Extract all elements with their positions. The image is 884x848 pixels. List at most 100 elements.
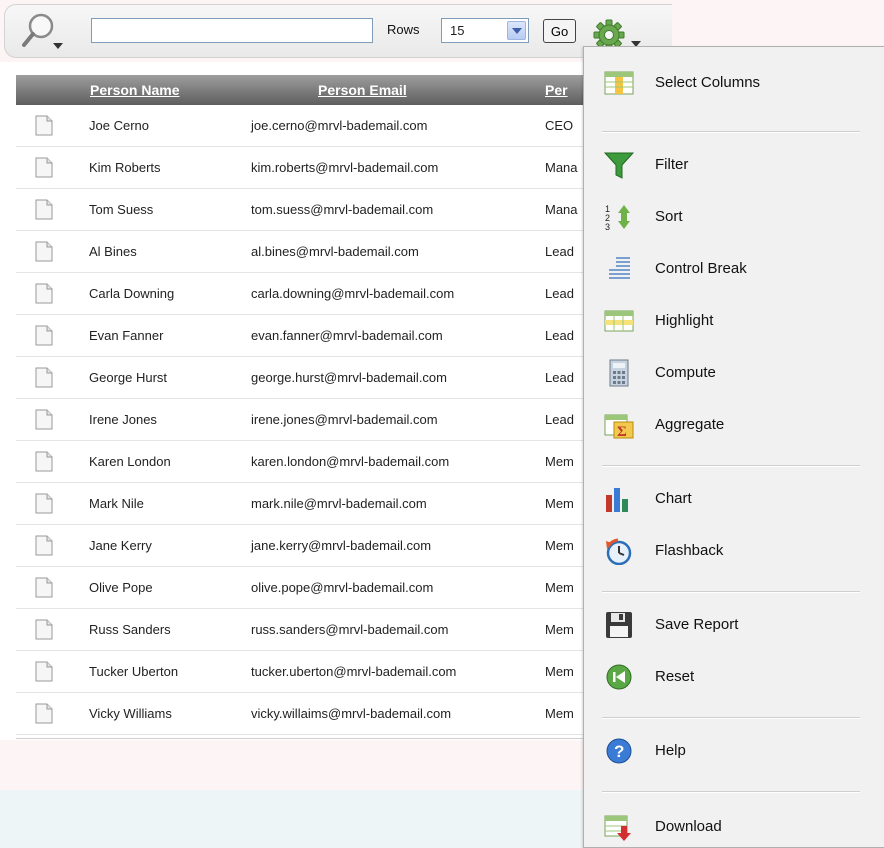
menu-item-label: Help (655, 742, 686, 759)
table-row: Jane Kerry jane.kerry@mrvl-bademail.com Me… (16, 525, 584, 567)
menu-item-flashback[interactable]: Flashback (584, 533, 884, 569)
person-name-cell: Olive Pope (89, 580, 153, 595)
highlight-icon (604, 310, 634, 332)
table-row: Joe Cerno joe.cerno@mrvl-bademail.com CEO (16, 105, 584, 147)
person-email-cell: vicky.willaims@mrvl-bademail.com (251, 706, 452, 721)
menu-item-label: Filter (655, 156, 689, 173)
menu-item-help[interactable]: ? Help (584, 733, 884, 769)
menu-item-label: Sort (655, 208, 683, 225)
person-role-cell: Mem (545, 538, 574, 553)
document-icon[interactable] (35, 451, 53, 472)
table-row: Evan Fanner evan.fanner@mrvl-bademail.com… (16, 315, 584, 357)
person-email-cell: al.bines@mrvl-bademail.com (251, 244, 419, 259)
menu-item-label: Compute (655, 364, 716, 381)
reset-icon (606, 664, 632, 690)
document-icon[interactable] (35, 199, 53, 220)
document-icon[interactable] (35, 493, 53, 514)
menu-item-select-columns[interactable]: Select Columns (584, 65, 884, 101)
person-name-cell: Mark Nile (89, 496, 144, 511)
column-header-person-name[interactable]: Person Name (90, 82, 179, 98)
search-icon[interactable] (19, 11, 63, 55)
person-role-cell: Lead (545, 244, 574, 259)
document-icon[interactable] (35, 157, 53, 178)
menu-item-label: Highlight (655, 312, 714, 329)
person-role-cell: Mem (545, 706, 574, 721)
menu-item-compute[interactable]: Compute (584, 355, 884, 391)
download-icon (604, 815, 631, 841)
rows-select-value: 15 (450, 23, 465, 38)
person-email-cell: evan.fanner@mrvl-bademail.com (251, 328, 443, 343)
person-name-cell: George Hurst (89, 370, 168, 385)
column-header-person-role[interactable]: Per (545, 82, 568, 98)
menu-item-control-break[interactable]: Control Break (584, 251, 884, 287)
menu-item-save-report[interactable]: Save Report (584, 607, 884, 643)
menu-item-label: Reset (655, 668, 695, 685)
menu-item-label: Select Columns (655, 74, 761, 91)
table-row: Tucker Uberton tucker.uberton@mrvl-badema… (16, 651, 584, 693)
select-columns-icon (604, 71, 634, 95)
person-email-cell: carla.downing@mrvl-bademail.com (251, 286, 455, 301)
document-icon[interactable] (35, 577, 53, 598)
rows-select[interactable]: 15 (441, 18, 529, 43)
person-role-cell: Mana (545, 160, 578, 175)
person-email-cell: karen.london@mrvl-bademail.com (251, 454, 450, 469)
menu-item-aggregate[interactable]: Σ Aggregate (584, 407, 884, 443)
column-header-person-email[interactable]: Person Email (318, 82, 407, 98)
filter-icon (604, 152, 634, 179)
person-email-cell: joe.cerno@mrvl-bademail.com (251, 118, 428, 133)
table-row: Vicky Williams vicky.willaims@mrvl-badema… (16, 693, 584, 735)
table-row: Russ Sanders russ.sanders@mrvl-bademail.c… (16, 609, 584, 651)
menu-item-sort[interactable]: 1 2 3 Sort (584, 199, 884, 235)
document-icon[interactable] (35, 115, 53, 136)
person-name-cell: Tucker Uberton (89, 664, 179, 679)
person-email-cell: george.hurst@mrvl-bademail.com (251, 370, 447, 385)
person-name-cell: Kim Roberts (89, 160, 161, 175)
person-name-cell: Russ Sanders (89, 622, 171, 637)
menu-item-label: Control Break (655, 260, 747, 277)
menu-item-reset[interactable]: Reset (584, 659, 884, 695)
menu-divider (602, 591, 860, 593)
chevron-down-icon[interactable] (507, 21, 526, 40)
person-name-cell: Al Bines (89, 244, 137, 259)
person-role-cell: Mem (545, 496, 574, 511)
menu-divider (602, 465, 860, 467)
person-email-cell: jane.kerry@mrvl-bademail.com (251, 538, 432, 553)
search-input[interactable] (91, 18, 373, 43)
menu-item-label: Flashback (655, 542, 724, 559)
menu-item-chart[interactable]: Chart (584, 481, 884, 517)
document-icon[interactable] (35, 325, 53, 346)
person-name-cell: Irene Jones (89, 412, 157, 427)
go-button[interactable]: Go (543, 19, 576, 43)
menu-item-download[interactable]: Download (584, 809, 884, 845)
actions-menu: Select Columns Filter 1 2 3 Sort Control… (583, 46, 884, 848)
save-disk-icon (606, 612, 632, 638)
document-icon[interactable] (35, 619, 53, 640)
svg-text:?: ? (614, 742, 624, 761)
person-name-cell: Jane Kerry (89, 538, 152, 553)
aggregate-icon: Σ (604, 414, 634, 439)
person-role-cell: Lead (545, 370, 574, 385)
person-role-cell: Mem (545, 454, 574, 469)
menu-item-label: Download (655, 818, 722, 835)
table-bottom-border (16, 738, 584, 739)
document-icon[interactable] (35, 409, 53, 430)
search-bar: Rows 15 Go (4, 4, 672, 58)
document-icon[interactable] (35, 535, 53, 556)
document-icon[interactable] (35, 367, 53, 388)
person-email-cell: tom.suess@mrvl-bademail.com (251, 202, 434, 217)
person-name-cell: Joe Cerno (89, 118, 149, 133)
document-icon[interactable] (35, 703, 53, 724)
document-icon[interactable] (35, 241, 53, 262)
document-icon[interactable] (35, 661, 53, 682)
person-name-cell: Evan Fanner (89, 328, 164, 343)
menu-item-highlight[interactable]: Highlight (584, 303, 884, 339)
person-role-cell: CEO (545, 118, 574, 133)
menu-item-label: Chart (655, 490, 692, 507)
menu-item-filter[interactable]: Filter (584, 147, 884, 183)
document-icon[interactable] (35, 283, 53, 304)
person-email-cell: tucker.uberton@mrvl-bademail.com (251, 664, 457, 679)
table-row: Al Bines al.bines@mrvl-bademail.com Lead (16, 231, 584, 273)
svg-text:Σ: Σ (617, 424, 627, 439)
person-name-cell: Carla Downing (89, 286, 175, 301)
person-role-cell: Mem (545, 622, 574, 637)
